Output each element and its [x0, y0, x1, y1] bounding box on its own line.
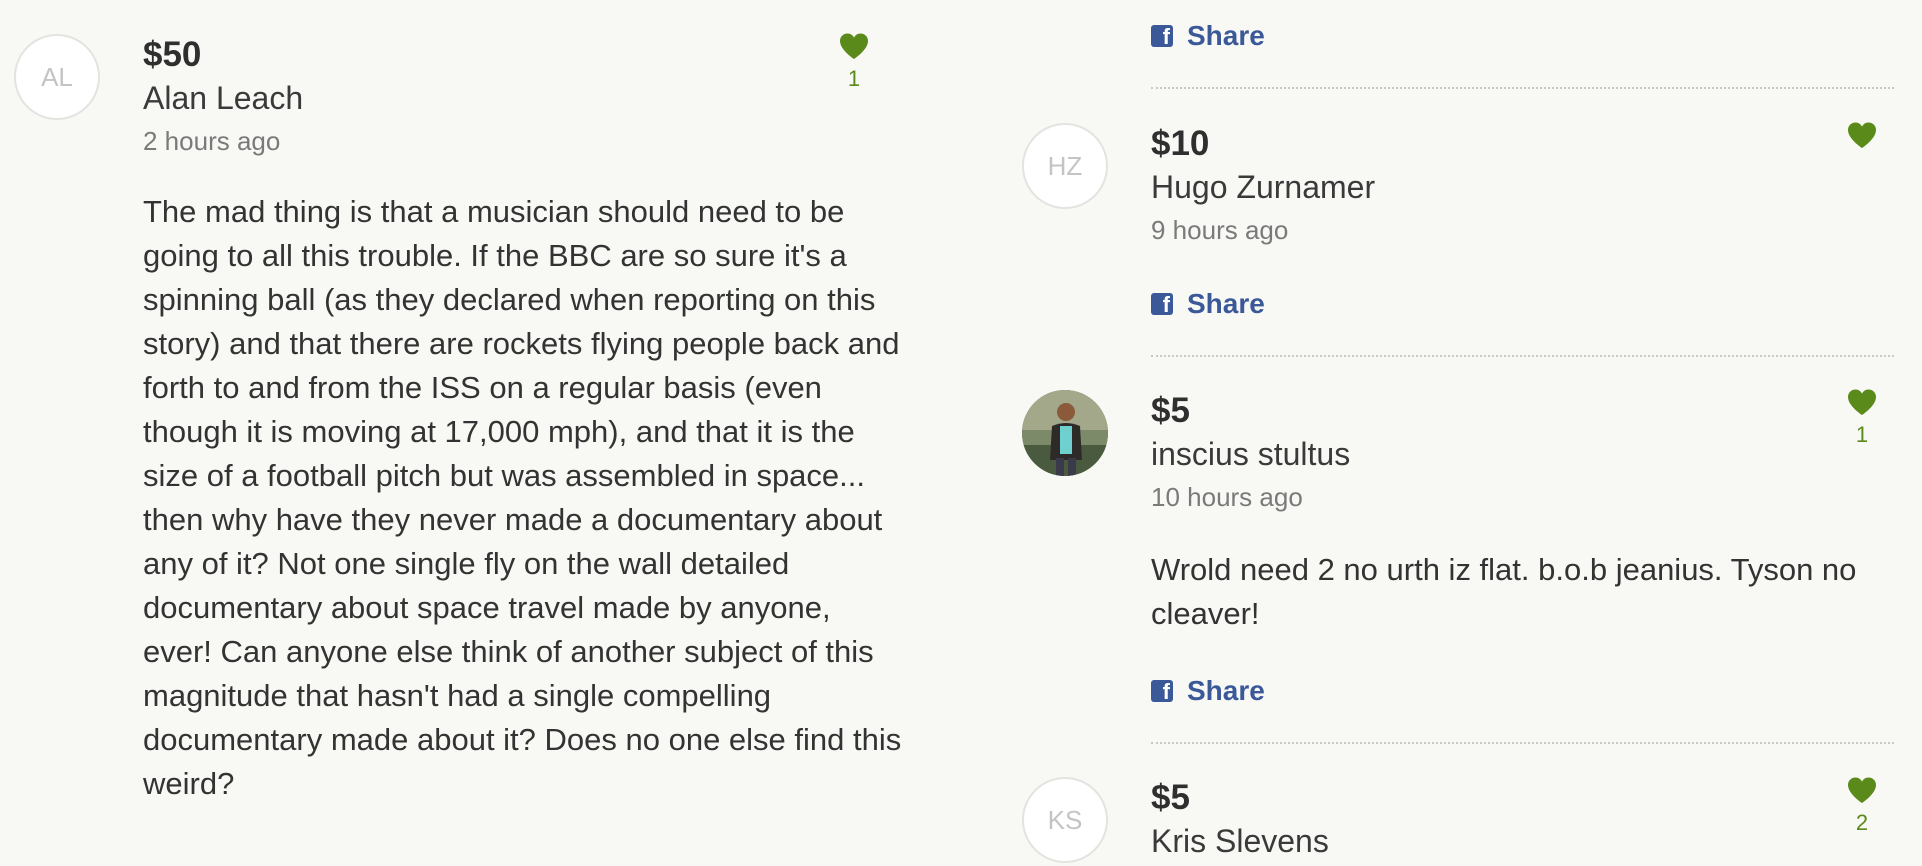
like-count: 2 [1855, 810, 1869, 835]
facebook-icon [1151, 292, 1173, 318]
avatar [1022, 390, 1108, 476]
comment-time: 10 hours ago [1151, 482, 1303, 512]
like-count: 1 [847, 66, 861, 91]
donation-amount: $50 [143, 35, 202, 74]
divider [1151, 742, 1894, 744]
user-photo-icon [1022, 390, 1108, 476]
avatar: AL [14, 34, 100, 120]
share-label: Share [1187, 288, 1265, 319]
facebook-icon [1151, 24, 1173, 50]
donor-name: inscius stultus [1151, 436, 1351, 472]
heart-icon [840, 33, 868, 59]
share-button[interactable]: Share [1151, 20, 1265, 52]
heart-icon [1848, 389, 1876, 415]
avatar: HZ [1022, 123, 1108, 209]
like-button[interactable]: 2 [1837, 776, 1887, 834]
donation-amount: $5 [1151, 778, 1190, 817]
comment-time: 2 hours ago [143, 126, 281, 156]
like-button[interactable]: 1 [829, 32, 879, 90]
facebook-icon [1151, 679, 1173, 705]
comment-text: Wrold need 2 no urth iz flat. b.o.b jean… [1151, 552, 1857, 631]
avatar-initials: AL [41, 61, 73, 92]
donation-amount: $10 [1151, 124, 1210, 163]
share-button[interactable]: Share [1151, 288, 1265, 320]
donation-comments-page: AL $50 Alan Leach 2 hours ago 1 The mad … [0, 0, 1922, 866]
comment-text: The mad thing is that a musician should … [143, 194, 902, 801]
share-label: Share [1187, 20, 1265, 51]
like-count: 1 [1855, 422, 1869, 447]
donor-name: Alan Leach [143, 80, 304, 116]
heart-icon [1848, 122, 1876, 148]
donation-amount: $5 [1151, 391, 1190, 430]
comment-time: 9 hours ago [1151, 215, 1289, 245]
divider [1151, 355, 1894, 357]
avatar-initials: KS [1047, 804, 1083, 835]
avatar: KS [1022, 777, 1108, 863]
avatar-initials: HZ [1047, 150, 1083, 181]
donor-name: Hugo Zurnamer [1151, 169, 1376, 205]
donor-name: Kris Slevens [1151, 823, 1329, 859]
heart-icon [1848, 777, 1876, 803]
like-button[interactable]: 1 [1837, 388, 1887, 446]
share-label: Share [1187, 675, 1265, 706]
divider [1151, 87, 1894, 89]
like-button[interactable] [1837, 121, 1887, 157]
share-button[interactable]: Share [1151, 675, 1265, 707]
